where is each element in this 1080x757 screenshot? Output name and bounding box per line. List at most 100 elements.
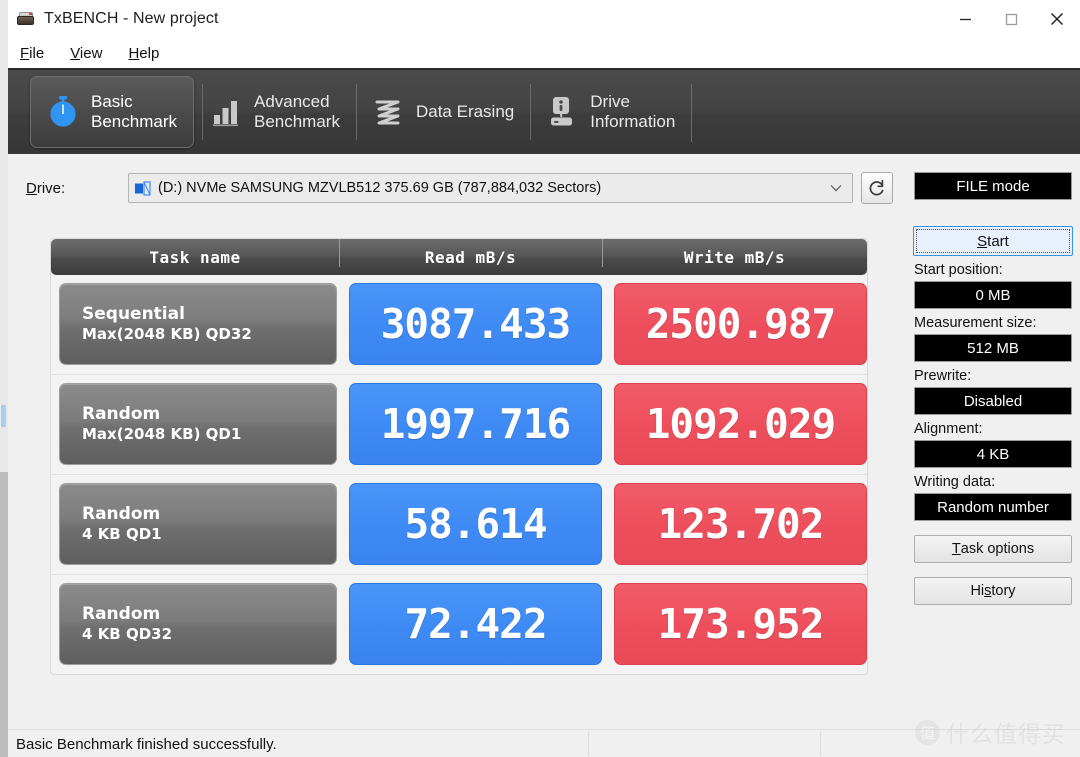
- background-window-scrollbar-thumb: [1, 405, 6, 427]
- measurement-size-label: Measurement size:: [914, 315, 1037, 331]
- txbench-window: TxBENCH - New project File View Help Bas…: [0, 0, 1080, 757]
- start-rest: tart: [987, 232, 1009, 250]
- tab-divider: [691, 84, 693, 142]
- history-pre: Hi: [970, 583, 985, 599]
- menu-help-rest: elp: [139, 44, 160, 62]
- task-name: Random: [82, 604, 161, 624]
- tab-strip: Basic Benchmark Advanced Benchmark Data …: [8, 68, 1080, 156]
- column-header-task-name: Task name: [149, 247, 241, 267]
- menu-item-help[interactable]: Help: [128, 45, 159, 62]
- chevron-down-icon: [830, 179, 842, 197]
- drive-select-value: (D:) NVMe SAMSUNG MZVLB512 375.69 GB (78…: [158, 180, 602, 196]
- column-header-write: Write mB/s: [602, 238, 867, 267]
- drive-label-rest: rive:: [36, 179, 66, 197]
- prewrite-value[interactable]: Disabled: [914, 387, 1072, 415]
- tab-data-erasing[interactable]: Data Erasing: [355, 76, 530, 148]
- results-table: Task name Read mB/s Write mB/s Sequentia…: [50, 238, 868, 675]
- start-position-label: Start position:: [914, 262, 1003, 278]
- write-value: 173.952: [614, 583, 867, 665]
- minimize-button[interactable]: [942, 0, 988, 38]
- task-detail: 4 KB QD1: [82, 525, 162, 543]
- writing-data-label: Writing data:: [914, 474, 996, 490]
- write-value: 123.702: [614, 483, 867, 565]
- refresh-icon: [869, 179, 884, 196]
- close-icon: [1051, 13, 1063, 25]
- history-button[interactable]: Hi s tory: [914, 577, 1072, 605]
- tab-drive-information[interactable]: Drive Information: [530, 76, 691, 148]
- tab-basic-benchmark[interactable]: Basic Benchmark: [30, 76, 194, 148]
- results-header-row: Task name Read mB/s Write mB/s: [51, 238, 867, 275]
- background-window-edge-lower: [0, 472, 8, 757]
- start-accel: S: [977, 232, 988, 250]
- start-button[interactable]: Start: [913, 226, 1073, 256]
- task-detail: Max(2048 KB) QD1: [82, 425, 242, 443]
- task-name: Sequential: [82, 304, 185, 324]
- stopwatch-icon: [47, 94, 79, 130]
- read-value: 1997.716: [349, 383, 602, 465]
- start-position-value[interactable]: 0 MB: [914, 281, 1072, 309]
- alignment-value[interactable]: 4 KB: [914, 440, 1072, 468]
- prewrite-label: Prewrite:: [914, 368, 972, 384]
- table-row: Random Max(2048 KB) QD1 1997.716 1092.02…: [51, 375, 867, 475]
- bar-chart-icon: [210, 94, 242, 130]
- read-value: 72.422: [349, 583, 602, 665]
- write-value: 1092.029: [614, 383, 867, 465]
- app-drive-icon: [16, 10, 36, 28]
- file-mode-indicator[interactable]: FILE mode: [914, 172, 1072, 200]
- task-detail: 4 KB QD32: [82, 625, 173, 643]
- minimize-icon: [959, 18, 971, 20]
- status-message: Basic Benchmark finished successfully.: [16, 735, 277, 753]
- status-divider: [820, 732, 821, 756]
- title-bar: TxBENCH - New project: [8, 0, 1080, 38]
- table-row: Random 4 KB QD32 72.422 173.952: [51, 575, 867, 674]
- status-bar: Basic Benchmark finished successfully.: [8, 729, 1080, 757]
- history-rest: tory: [991, 583, 1016, 599]
- menu-item-view[interactable]: View: [70, 45, 102, 62]
- window-controls: [942, 0, 1080, 38]
- menu-help-accel: H: [128, 44, 140, 62]
- tab-advanced-benchmark-label: Advanced Benchmark: [253, 92, 340, 131]
- start-button-label: Start: [977, 233, 1009, 250]
- side-panel: FILE mode Start Start position: 0 MB Mea…: [906, 154, 1080, 729]
- main-panel: Drive: (D:) NVMe SAMSUNG MZVLB512 375.69…: [8, 154, 1080, 729]
- menu-bar: File View Help: [8, 38, 1080, 68]
- table-row: Sequential Max(2048 KB) QD32 3087.433 25…: [51, 275, 867, 375]
- maximize-button[interactable]: [988, 0, 1034, 38]
- maximize-icon: [1005, 13, 1017, 25]
- window-title: TxBENCH - New project: [44, 10, 219, 27]
- close-button[interactable]: [1034, 0, 1080, 38]
- drive-info-icon: [546, 94, 578, 130]
- writing-data-value[interactable]: Random number: [914, 493, 1072, 521]
- measurement-size-value[interactable]: 512 MB: [914, 334, 1072, 362]
- tab-advanced-benchmark[interactable]: Advanced Benchmark: [194, 76, 356, 148]
- task-options-rest: ask options: [960, 541, 1035, 557]
- tab-basic-benchmark-label: Basic Benchmark: [91, 92, 177, 131]
- task-detail: Max(2048 KB) QD32: [82, 325, 252, 343]
- drive-small-icon: [135, 180, 151, 196]
- drive-label-accel: D: [26, 179, 37, 197]
- task-name: Random: [82, 404, 161, 424]
- write-value: 2500.987: [614, 283, 867, 365]
- table-row: Random 4 KB QD1 58.614 123.702: [51, 475, 867, 575]
- read-value: 3087.433: [349, 283, 602, 365]
- drive-select[interactable]: (D:) NVMe SAMSUNG MZVLB512 375.69 GB (78…: [128, 173, 853, 203]
- tab-data-erasing-label: Data Erasing: [415, 102, 515, 121]
- menu-view-accel: V: [70, 44, 80, 62]
- alignment-label: Alignment:: [914, 421, 983, 437]
- shredder-icon: [372, 94, 404, 130]
- read-value: 58.614: [349, 483, 602, 565]
- menu-view-rest: iew: [79, 44, 103, 62]
- task-options-button[interactable]: Task options: [914, 535, 1072, 563]
- task-name: Random: [82, 504, 161, 524]
- task-cell[interactable]: Random Max(2048 KB) QD1: [59, 383, 337, 465]
- menu-file-accel: F: [20, 44, 30, 62]
- menu-item-file[interactable]: File: [20, 45, 44, 62]
- column-header-read: Read mB/s: [339, 238, 602, 267]
- task-options-accel: T: [951, 541, 961, 557]
- task-cell[interactable]: Random 4 KB QD1: [59, 483, 337, 565]
- task-cell[interactable]: Random 4 KB QD32: [59, 583, 337, 665]
- drive-label: Drive:: [18, 180, 128, 197]
- refresh-drives-button[interactable]: [861, 172, 893, 204]
- task-cell[interactable]: Sequential Max(2048 KB) QD32: [59, 283, 337, 365]
- tab-drive-information-label: Drive Information: [590, 92, 676, 131]
